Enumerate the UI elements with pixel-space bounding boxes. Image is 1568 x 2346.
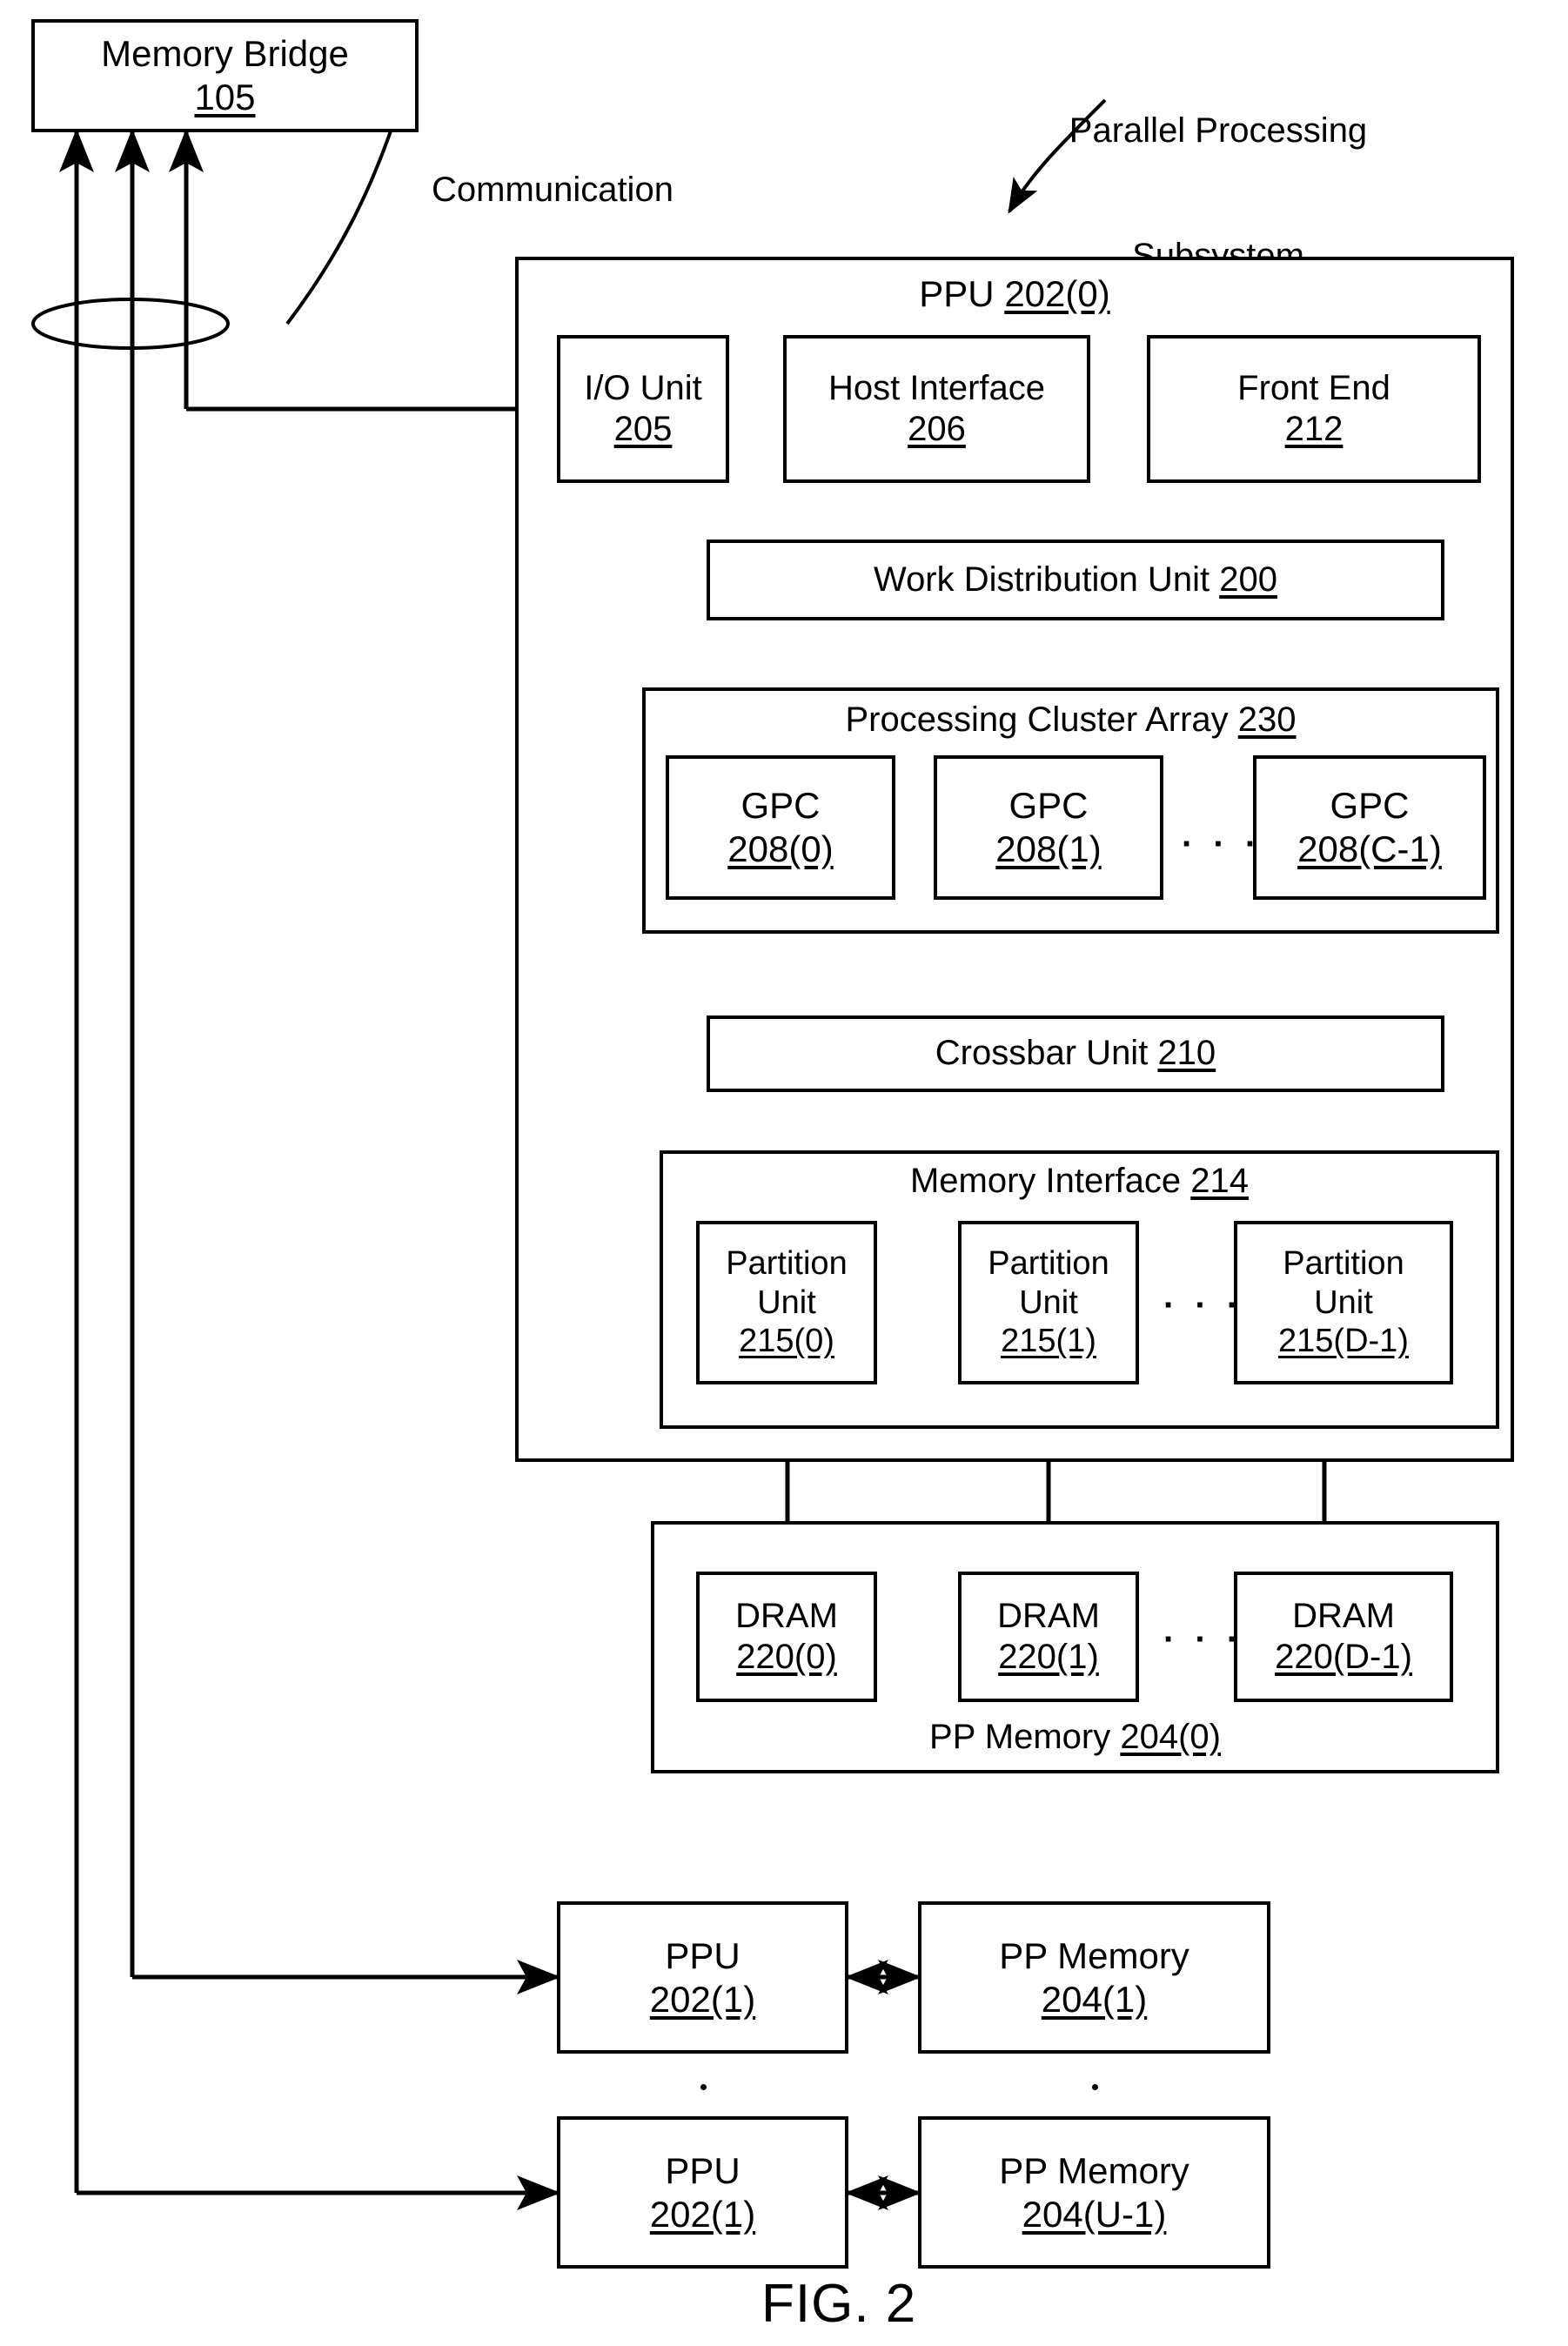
partition-unit-1-number: 215(1) bbox=[1001, 1323, 1096, 1360]
host-interface-box[interactable]: Host Interface 206 bbox=[783, 335, 1090, 483]
figure-canvas: Communication Path 113 Parallel Processi… bbox=[0, 0, 1568, 2346]
dram-0-number: 220(0) bbox=[736, 1638, 837, 1676]
dram-d-label: DRAM bbox=[1292, 1596, 1395, 1635]
host-interface-number: 206 bbox=[908, 410, 966, 448]
partition-unit-0-box[interactable]: Partition Unit 215(0) bbox=[696, 1221, 877, 1384]
partition-unit-0-line1: Partition bbox=[726, 1244, 848, 1282]
partition-unit-1-line2: Unit bbox=[1019, 1284, 1078, 1321]
crossbar-unit-box[interactable]: Crossbar Unit 210 bbox=[707, 1015, 1444, 1092]
io-unit-box[interactable]: I/O Unit 205 bbox=[557, 335, 729, 483]
partition-ellipsis: · · · bbox=[1163, 1286, 1244, 1324]
partition-unit-d-line2: Unit bbox=[1314, 1284, 1373, 1321]
memory-bridge-label: Memory Bridge bbox=[101, 33, 349, 75]
pp-subsystem-line1: Parallel Processing bbox=[1069, 111, 1368, 150]
ppu-1-label: PPU bbox=[665, 1934, 740, 1976]
gpc-c-box[interactable]: GPC 208(C-1) bbox=[1253, 755, 1486, 900]
front-end-number: 212 bbox=[1284, 410, 1344, 448]
leader-communication-path bbox=[285, 123, 395, 325]
ppu-u-label: PPU bbox=[665, 2149, 740, 2191]
figure-caption: FIG. 2 bbox=[761, 2274, 917, 2334]
ppu-u-number: 202(1) bbox=[649, 2193, 756, 2235]
io-unit-label: I/O Unit bbox=[584, 368, 702, 407]
ppu0-title: PPU 202(0) bbox=[919, 273, 1110, 314]
partition-unit-1-box[interactable]: Partition Unit 215(1) bbox=[958, 1221, 1139, 1384]
pp-memory-u-number: 204(U-1) bbox=[1022, 2193, 1167, 2235]
dram-0-box[interactable]: DRAM 220(0) bbox=[696, 1572, 877, 1702]
front-end-box[interactable]: Front End 212 bbox=[1147, 335, 1481, 483]
memory-interface-label: Memory Interface 214 bbox=[909, 1162, 1250, 1200]
partition-unit-d-box[interactable]: Partition Unit 215(D-1) bbox=[1234, 1221, 1453, 1384]
dram-1-box[interactable]: DRAM 220(1) bbox=[958, 1572, 1139, 1702]
gpc-1-number: 208(1) bbox=[995, 828, 1102, 869]
partition-unit-d-line1: Partition bbox=[1283, 1244, 1404, 1282]
partition-unit-0-number: 215(0) bbox=[739, 1323, 834, 1360]
gpc-1-label: GPC bbox=[1008, 785, 1089, 827]
memory-bridge-number: 105 bbox=[194, 77, 256, 117]
bus-ellipse bbox=[31, 298, 230, 350]
gpc-0-label: GPC bbox=[740, 785, 821, 827]
dram-1-label: DRAM bbox=[997, 1596, 1100, 1635]
pp-memory-u-label: PP Memory bbox=[999, 2149, 1189, 2191]
dram-0-label: DRAM bbox=[735, 1596, 838, 1635]
ppu-1-number: 202(1) bbox=[649, 1978, 756, 2020]
pp-memory-u-box[interactable]: PP Memory 204(U-1) bbox=[918, 2116, 1270, 2269]
partition-unit-1-line1: Partition bbox=[988, 1244, 1109, 1282]
processing-cluster-array-label: Processing Cluster Array 230 bbox=[845, 700, 1297, 739]
dram-d-box[interactable]: DRAM 220(D-1) bbox=[1234, 1572, 1453, 1702]
crossbar-unit-label: Crossbar Unit 210 bbox=[935, 1034, 1216, 1073]
gpc-0-box[interactable]: GPC 208(0) bbox=[666, 755, 895, 900]
front-end-label: Front End bbox=[1237, 368, 1390, 407]
dram-1-number: 220(1) bbox=[998, 1638, 1099, 1676]
pp-memory-1-box[interactable]: PP Memory 204(1) bbox=[918, 1901, 1270, 2054]
dram-ellipsis: · · · bbox=[1163, 1620, 1244, 1659]
work-distribution-unit-box[interactable]: Work Distribution Unit 200 bbox=[707, 540, 1444, 620]
gpc-c-label: GPC bbox=[1330, 785, 1410, 827]
gpc-ellipsis: · · · bbox=[1182, 825, 1263, 863]
host-interface-label: Host Interface bbox=[828, 368, 1045, 407]
gpc-0-number: 208(0) bbox=[727, 828, 834, 869]
ppu-u-box[interactable]: PPU 202(1) bbox=[557, 2116, 848, 2269]
memory-bridge-box[interactable]: Memory Bridge 105 bbox=[31, 19, 419, 132]
pp-memory-1-number: 204(1) bbox=[1041, 1978, 1148, 2020]
io-unit-number: 205 bbox=[613, 410, 673, 448]
gpc-1-box[interactable]: GPC 208(1) bbox=[934, 755, 1163, 900]
pp-memory-1-label: PP Memory bbox=[999, 1934, 1189, 1976]
partition-unit-d-number: 215(D-1) bbox=[1278, 1323, 1409, 1360]
pp-memory-0-label: PP Memory 204(0) bbox=[929, 1717, 1221, 1756]
partition-unit-0-line2: Unit bbox=[757, 1284, 816, 1321]
ppu-1-box[interactable]: PPU 202(1) bbox=[557, 1901, 848, 2054]
gpc-c-number: 208(C-1) bbox=[1297, 828, 1442, 869]
dram-d-number: 220(D-1) bbox=[1275, 1638, 1412, 1676]
work-distribution-unit-label: Work Distribution Unit 200 bbox=[874, 560, 1277, 599]
